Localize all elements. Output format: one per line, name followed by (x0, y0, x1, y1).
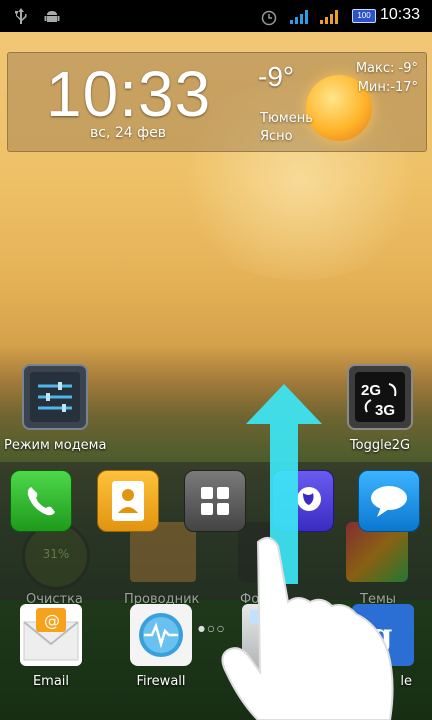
status-bar[interactable]: 100 10:33 (0, 0, 432, 32)
widget-temperature: -9° (258, 61, 295, 92)
2g-3g-icon: 2G 3G (347, 364, 413, 430)
app-email[interactable]: @ Email (8, 604, 94, 689)
shortcut-tethering[interactable]: Режим модема (4, 364, 114, 453)
firewall-icon (130, 604, 192, 666)
widget-max-temp: Макс: -9° (355, 61, 418, 76)
hand-gesture-icon (221, 536, 394, 720)
app-email-label: Email (32, 674, 70, 689)
battery-icon: 100 (352, 9, 376, 23)
svg-text:2G: 2G (361, 382, 381, 399)
android-debug-icon (44, 8, 60, 28)
app-firewall-label: Firewall (136, 674, 186, 689)
svg-text:@: @ (44, 611, 60, 630)
widget-time: 10:33 (46, 58, 212, 130)
signal-icon (320, 10, 338, 24)
alarm-icon (260, 8, 278, 30)
phone-icon[interactable] (10, 470, 72, 532)
widget-city: Тюмень (260, 111, 313, 126)
chat-bubble-icon[interactable] (358, 470, 420, 532)
sliders-icon (22, 364, 88, 430)
email-icon: @ (20, 604, 82, 666)
status-clock: 10:33 (379, 6, 420, 23)
usb-icon (14, 8, 28, 28)
signal-icon (290, 10, 308, 24)
widget-min-temp: Мин:-17° (357, 80, 418, 95)
app-drawer-icon[interactable] (184, 470, 246, 532)
shortcut-tethering-label: Режим модема (4, 438, 107, 453)
widget-condition: Ясно (260, 129, 293, 144)
clock-weather-widget[interactable]: 10:33 вс, 24 фев -9° Тюмень Ясно Макс: -… (7, 52, 427, 152)
app-firewall[interactable]: Firewall (118, 604, 204, 689)
svg-text:3G: 3G (375, 402, 395, 419)
widget-date: вс, 24 фев (90, 125, 166, 141)
shortcut-toggle2g-label: Toggle2G (349, 438, 411, 453)
shortcut-toggle2g[interactable]: 2G 3G Toggle2G (340, 364, 420, 453)
contacts-icon[interactable] (97, 470, 159, 532)
